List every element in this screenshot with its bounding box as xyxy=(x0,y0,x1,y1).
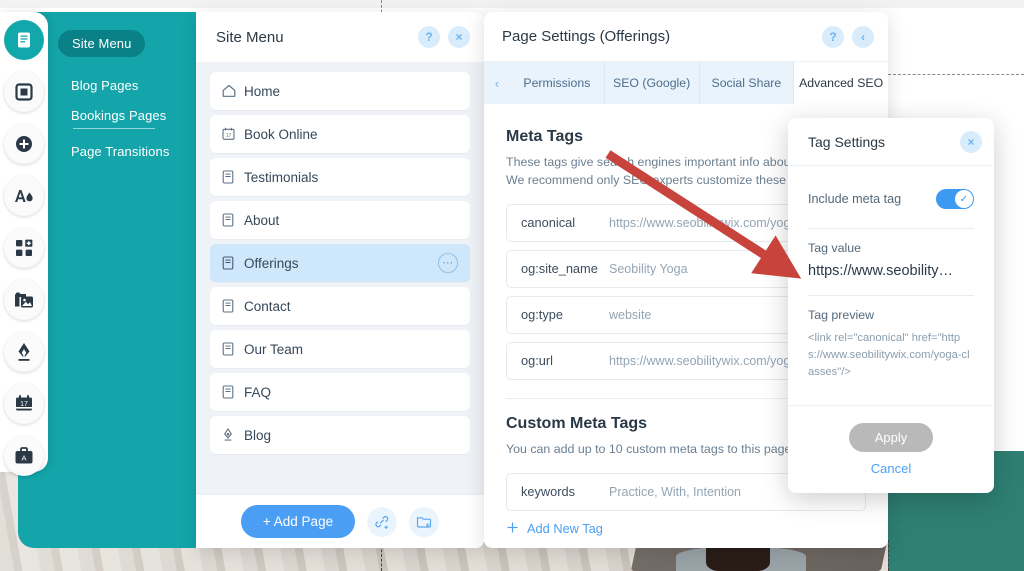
tab-advanced-seo[interactable]: Advanced SEO xyxy=(794,62,888,104)
list-item[interactable]: Blog xyxy=(210,416,470,454)
svg-text:17: 17 xyxy=(226,133,232,139)
editor-top-strip xyxy=(0,0,1024,8)
bookings-calendar-icon[interactable]: 17 xyxy=(4,384,44,424)
page-icon xyxy=(222,213,244,227)
editor-icon-rail: 17 A xyxy=(0,12,48,476)
apply-button[interactable]: Apply xyxy=(848,423,934,452)
include-meta-tag-row: Include meta tag ✓ xyxy=(808,182,974,216)
meta-tags-description-line2: We recommend only SEO experts customize … xyxy=(506,172,817,187)
list-item[interactable]: About xyxy=(210,201,470,239)
blog-pen-icon[interactable] xyxy=(4,332,44,372)
editor-guide-vertical-bottom-right xyxy=(888,540,889,571)
tag-settings-footer: Apply Cancel xyxy=(788,405,994,493)
tab-social-share[interactable]: Social Share xyxy=(700,62,795,104)
page-icon xyxy=(222,342,244,356)
tag-preview-label: Tag preview xyxy=(808,308,875,322)
list-item-label: Testimonials xyxy=(244,169,319,185)
theme-text-icon[interactable] xyxy=(4,176,44,216)
list-item[interactable]: FAQ xyxy=(210,373,470,411)
drawer-tab-site-menu[interactable]: Site Menu xyxy=(58,30,146,57)
tag-settings-popup: Tag Settings × Include meta tag ✓ Tag va… xyxy=(788,118,994,493)
site-menu-page-list: Home 17 Book Online Testimonials About O… xyxy=(196,62,484,494)
list-item-label: About xyxy=(244,212,280,228)
list-item[interactable]: Home xyxy=(210,72,470,110)
toggle-check-icon: ✓ xyxy=(955,190,973,208)
tab-seo-google[interactable]: SEO (Google) xyxy=(605,62,700,104)
drawer-divider xyxy=(73,128,155,129)
meta-tag-key: og:site_name xyxy=(521,261,598,277)
tag-settings-title: Tag Settings xyxy=(808,133,886,150)
pen-icon xyxy=(222,427,244,443)
site-menu-help-icon[interactable]: ? xyxy=(418,26,440,48)
custom-meta-tag-key: keywords xyxy=(521,484,576,500)
svg-text:A: A xyxy=(21,454,26,463)
drawer-link-bookings-pages[interactable]: Bookings Pages xyxy=(71,108,166,123)
list-item-label: Contact xyxy=(244,298,291,314)
list-item[interactable]: Contact xyxy=(210,287,470,325)
list-item-label: Blog xyxy=(244,427,272,443)
tag-value-input[interactable]: https://www.seobility… xyxy=(808,263,974,279)
list-item-label: Book Online xyxy=(244,126,318,142)
media-icon[interactable] xyxy=(4,280,44,320)
site-menu-header: Site Menu ? × xyxy=(196,12,484,62)
include-meta-tag-label: Include meta tag xyxy=(808,192,902,206)
page-settings-back-icon[interactable]: ‹ xyxy=(852,25,874,48)
tag-settings-divider-2 xyxy=(808,295,974,296)
svg-text:17: 17 xyxy=(20,401,28,408)
page-icon xyxy=(222,170,244,184)
page-icon xyxy=(222,385,244,399)
home-icon xyxy=(222,84,244,98)
list-item[interactable]: 17 Book Online xyxy=(210,115,470,153)
pages-menu-icon[interactable] xyxy=(4,20,44,60)
list-item-label: FAQ xyxy=(244,384,272,400)
editor-guide-horizontal xyxy=(888,74,1024,75)
meta-tag-value: website xyxy=(609,307,652,322)
tag-value-label: Tag value xyxy=(808,241,862,255)
add-page-button[interactable]: + Add Page xyxy=(240,505,356,538)
tag-preview-text: <link rel="canonical" href="https://www.… xyxy=(808,332,970,378)
list-item-label: Home xyxy=(244,83,281,99)
list-item-label: Our Team xyxy=(244,341,304,357)
custom-meta-tag-value: Practice, With, Intention xyxy=(609,484,742,499)
page-icon xyxy=(222,256,244,270)
calendar-icon: 17 xyxy=(222,127,244,141)
site-menu-panel: Site Menu ? × Home 17 Book Online Testim… xyxy=(196,12,484,548)
meta-tag-key: canonical xyxy=(521,215,576,231)
tag-settings-body: Include meta tag ✓ Tag value https://www… xyxy=(788,166,994,380)
add-elements-icon[interactable] xyxy=(4,124,44,164)
sections-icon[interactable] xyxy=(4,72,44,112)
meta-tag-key: og:url xyxy=(521,353,554,369)
list-item[interactable]: Testimonials xyxy=(210,158,470,196)
site-menu-footer: + Add Page xyxy=(196,494,484,548)
tag-settings-header: Tag Settings × xyxy=(788,118,994,166)
add-new-tag-label: Add New Tag xyxy=(527,521,603,537)
page-actions-more-icon[interactable]: ⋯ xyxy=(438,253,458,273)
meta-tag-value: Seobility Yoga xyxy=(609,261,688,276)
cancel-button[interactable]: Cancel xyxy=(871,461,911,476)
add-folder-icon[interactable] xyxy=(409,506,440,537)
page-icon xyxy=(222,299,244,313)
add-apps-icon[interactable] xyxy=(4,228,44,268)
tag-settings-divider-1 xyxy=(808,228,974,229)
tag-settings-close-icon[interactable]: × xyxy=(960,130,982,153)
meta-tag-key: og:type xyxy=(521,307,563,323)
page-settings-help-icon[interactable]: ? xyxy=(822,25,844,48)
list-item[interactable]: Our Team xyxy=(210,330,470,368)
plus-icon xyxy=(506,521,519,537)
drawer-link-page-transitions[interactable]: Page Transitions xyxy=(71,144,169,159)
tab-permissions[interactable]: Permissions xyxy=(510,62,605,104)
page-title: Page Settings (Offerings) xyxy=(502,28,671,45)
site-menu-close-icon[interactable]: × xyxy=(448,26,470,48)
list-item-offerings[interactable]: Offerings ⋯ xyxy=(210,244,470,282)
add-link-icon[interactable] xyxy=(367,506,398,537)
business-briefcase-icon[interactable]: A xyxy=(4,436,44,476)
page-settings-header: Page Settings (Offerings) ? ‹ xyxy=(484,12,888,62)
include-meta-tag-toggle[interactable]: ✓ xyxy=(936,189,974,209)
add-new-tag-button[interactable]: Add New Tag xyxy=(506,521,866,537)
tabs-scroll-left-icon[interactable]: ‹ xyxy=(484,62,510,104)
drawer-link-blog-pages[interactable]: Blog Pages xyxy=(71,78,139,93)
page-settings-tabs: ‹ Permissions SEO (Google) Social Share … xyxy=(484,62,888,104)
site-menu-title: Site Menu xyxy=(216,28,284,46)
list-item-label: Offerings xyxy=(244,255,299,271)
